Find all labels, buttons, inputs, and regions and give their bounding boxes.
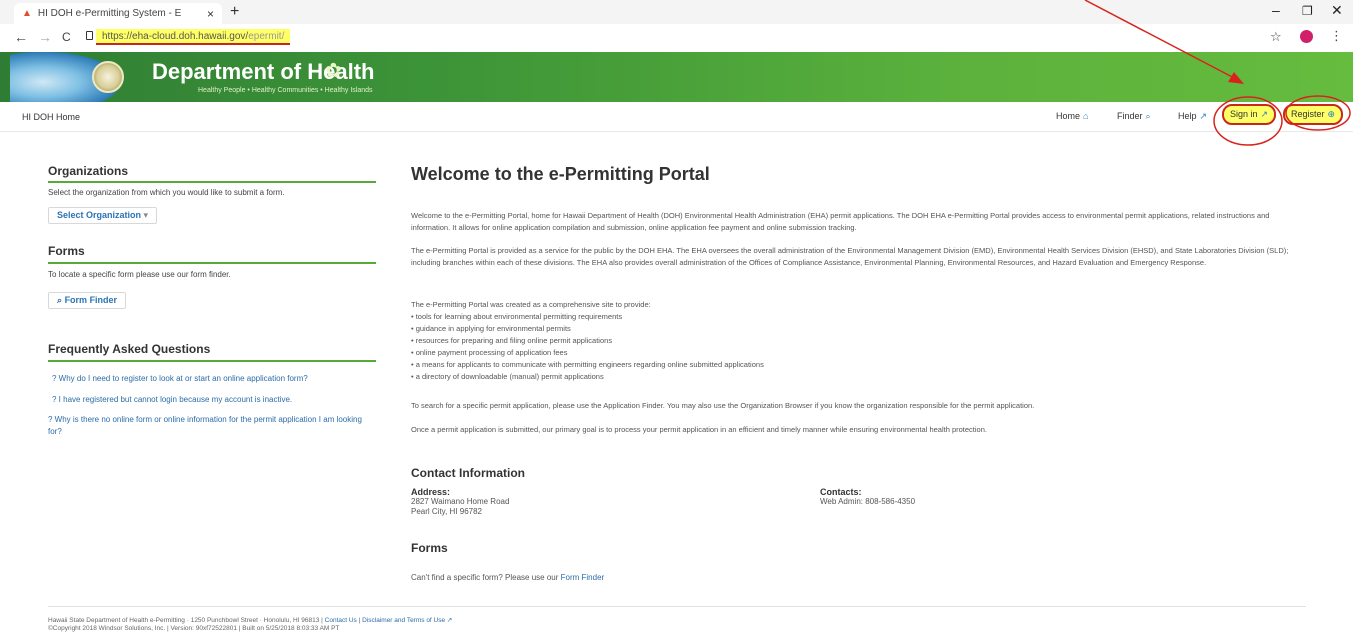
- form-finder-label: Form Finder: [64, 295, 118, 305]
- nav-home-link[interactable]: Home ⌂: [1056, 111, 1088, 121]
- nav-signin-link[interactable]: Sign in ↗: [1222, 104, 1277, 125]
- search-icon: ⌕: [1145, 111, 1151, 121]
- site-banner: Department of Health ✿ Healthy People • …: [0, 52, 1353, 102]
- back-button[interactable]: ←: [14, 29, 28, 45]
- divider: [48, 360, 376, 362]
- form-finder-button[interactable]: ⌕ Form Finder: [48, 292, 127, 309]
- bookmark-star-icon[interactable]: ☆: [1270, 29, 1282, 45]
- bullet-item: • guidance in applying for environmental…: [411, 324, 571, 333]
- reload-button[interactable]: C: [62, 30, 71, 44]
- home-icon: ⌂: [1083, 111, 1089, 121]
- profile-avatar[interactable]: [1300, 30, 1313, 43]
- footer-divider: [48, 606, 1306, 607]
- lock-icon: [86, 31, 93, 40]
- state-seal-logo: [92, 61, 124, 93]
- select-organization-button[interactable]: Select Organization ▾: [48, 207, 158, 224]
- breadcrumb[interactable]: HI DOH Home: [22, 112, 80, 122]
- disclaimer-link[interactable]: Disclaimer and Terms of Use: [362, 617, 445, 624]
- nav-register-label: Register: [1291, 109, 1325, 119]
- site-nav: HI DOH Home Home ⌂ Finder ⌕ Help ↗ Sign in ↗…: [0, 102, 1353, 132]
- page-title: Welcome to the e-Permitting Portal: [411, 164, 710, 184]
- forms-heading: Forms: [48, 244, 85, 258]
- browser-address-bar: ← → C https://eha-cloud.doh.hawaii.gov/e…: [0, 24, 1353, 52]
- footer-address: Hawaii State Department of Health e-Perm…: [48, 617, 323, 624]
- minimize-button[interactable]: –: [1272, 2, 1280, 18]
- service-paragraph: The e-Permitting Portal is provided as a…: [411, 246, 1289, 267]
- signin-icon: ↗: [1260, 109, 1269, 119]
- address-line2: Pearl City, HI 96782: [411, 507, 482, 516]
- faq-item[interactable]: ? I have registered but cannot login bec…: [52, 394, 292, 406]
- organizations-text: Select the organization from which you w…: [48, 188, 285, 197]
- new-tab-button[interactable]: +: [230, 3, 239, 21]
- search-icon: ⌕: [57, 295, 63, 305]
- tab-title: HI DOH e-Permitting System - E: [37, 8, 182, 19]
- bullet-item: • a directory of downloadable (manual) p…: [411, 372, 604, 381]
- url-field[interactable]: https://eha-cloud.doh.hawaii.gov/epermit…: [96, 29, 291, 45]
- bullet-item: • a means for applicants to communicate …: [411, 360, 764, 369]
- forms-help-label: Can't find a specific form? Please use o…: [411, 573, 559, 582]
- bullet-item: • tools for learning about environmental…: [411, 312, 623, 321]
- flower-logo-icon: ✿: [325, 60, 342, 82]
- contacts-value: Web Admin: 808-586-4350: [820, 497, 916, 506]
- bullet-item: • resources for preparing and filing onl…: [411, 336, 613, 345]
- nav-finder-link[interactable]: Finder ⌕: [1117, 111, 1151, 122]
- footer-line1: Hawaii State Department of Health e-Perm…: [48, 616, 452, 624]
- contact-us-link[interactable]: Contact Us: [325, 617, 357, 624]
- organizations-heading: Organizations: [48, 164, 129, 178]
- footer-separator: |: [358, 617, 361, 624]
- divider: [48, 181, 376, 183]
- contacts-label: Contacts:: [820, 487, 862, 497]
- divider: [48, 262, 376, 264]
- form-finder-link[interactable]: Form Finder: [561, 573, 605, 582]
- address-line1: 2827 Waimano Home Road: [411, 497, 510, 506]
- browser-menu-icon[interactable]: ⋮: [1330, 28, 1343, 44]
- provide-paragraph: The e-Permitting Portal was created as a…: [411, 300, 651, 309]
- select-organization-label: Select Organization: [57, 210, 142, 220]
- goal-paragraph: Once a permit application is submitted, …: [411, 425, 987, 434]
- intro-paragraph: Welcome to the e-Permitting Portal, home…: [411, 211, 1270, 232]
- nav-finder-label: Finder: [1117, 111, 1143, 121]
- nav-home-label: Home: [1056, 111, 1081, 121]
- faq-item[interactable]: ? Why do I need to register to look at o…: [52, 373, 308, 385]
- browser-tab-bar: ▲ HI DOH e-Permitting System - E × + – ❐…: [0, 0, 1353, 24]
- maximize-button[interactable]: ❐: [1302, 4, 1313, 18]
- site-favicon-icon: ▲: [22, 8, 32, 19]
- address-label: Address:: [411, 487, 451, 497]
- site-tagline: Healthy People • Healthy Communities • H…: [198, 87, 373, 94]
- forward-button[interactable]: →: [38, 29, 52, 45]
- nav-help-link[interactable]: Help ↗: [1178, 111, 1207, 122]
- forms-help-text: Can't find a specific form? Please use o…: [411, 573, 604, 583]
- browser-tab[interactable]: ▲ HI DOH e-Permitting System - E ×: [14, 3, 222, 24]
- faq-heading: Frequently Asked Questions: [48, 342, 211, 356]
- tab-close-icon[interactable]: ×: [207, 7, 214, 21]
- url-tail: epermit/: [248, 31, 285, 42]
- close-window-button[interactable]: ✕: [1331, 2, 1343, 19]
- chevron-down-icon: ▾: [143, 210, 149, 220]
- search-paragraph: To search for a specific permit applicat…: [411, 401, 1035, 410]
- bullet-item: • online payment processing of applicati…: [411, 348, 568, 357]
- external-link-icon: ↗: [446, 617, 453, 624]
- footer-line2: ©Copyright 2018 Windsor Solutions, Inc. …: [48, 625, 340, 632]
- contact-heading: Contact Information: [411, 466, 525, 480]
- faq-item[interactable]: ? Why is there no online form or online …: [48, 414, 368, 438]
- nav-register-link[interactable]: Register ⊕: [1283, 104, 1344, 125]
- nav-signin-label: Sign in: [1230, 109, 1258, 119]
- nav-help-label: Help: [1178, 111, 1197, 121]
- forms-subheading: Forms: [411, 541, 448, 555]
- url-main: https://eha-cloud.doh.hawaii.gov/: [102, 31, 249, 42]
- register-icon: ⊕: [1327, 109, 1336, 119]
- help-icon: ↗: [1199, 111, 1208, 121]
- forms-text: To locate a specific form please use our…: [48, 270, 231, 279]
